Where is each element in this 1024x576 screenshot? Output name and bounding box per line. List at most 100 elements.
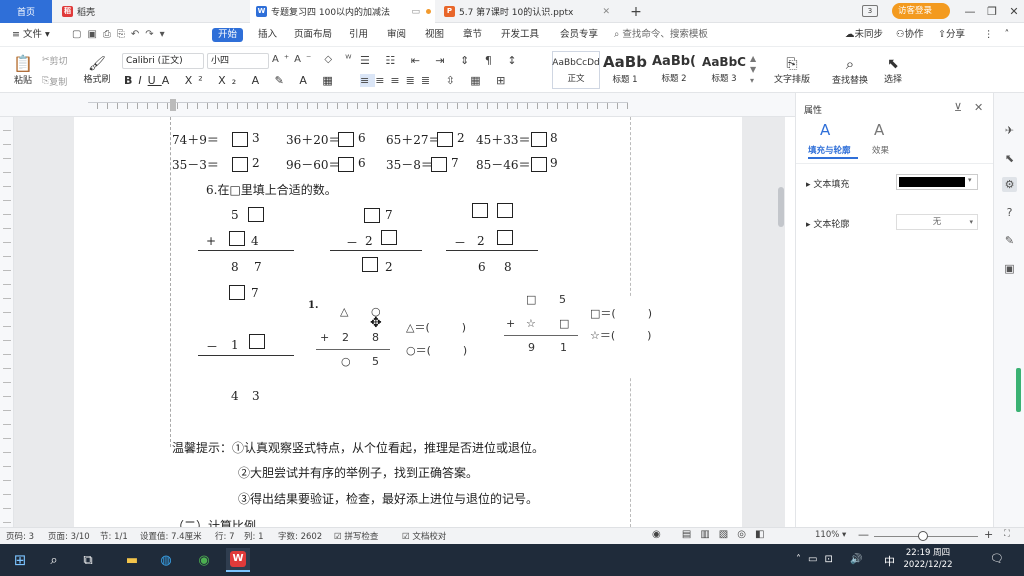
zoom-slider-thumb[interactable] <box>918 531 928 541</box>
answer-box[interactable] <box>249 334 265 349</box>
style-normal[interactable]: AaBbCcDd 正文 <box>552 51 600 89</box>
command-search[interactable]: ⌕ 查找命令、搜索模板 <box>614 28 708 42</box>
tab-home[interactable]: 首页 <box>0 0 52 23</box>
file-explorer-icon[interactable]: ▬ <box>120 548 144 572</box>
answer-box[interactable] <box>431 157 447 172</box>
tab-effect[interactable]: 效果 <box>872 144 889 156</box>
menu-layout[interactable]: 页面布局 <box>294 28 332 42</box>
find-replace-button[interactable]: ⌕ 查找替换 <box>826 51 874 89</box>
menu-insert[interactable]: 插入 <box>258 28 277 42</box>
menu-file[interactable]: ≡ 文件 ▾ <box>12 28 50 42</box>
vertical-ruler[interactable] <box>0 117 14 527</box>
answer-box[interactable] <box>229 285 245 300</box>
zoom-out-icon[interactable]: — <box>858 528 869 541</box>
window-count-badge[interactable]: 3 <box>862 5 878 17</box>
answer-box[interactable] <box>248 207 264 222</box>
menu-review[interactable]: 审阅 <box>387 28 406 42</box>
horizontal-ruler[interactable] <box>0 93 795 117</box>
document-page[interactable]: 74＋9＝ 3 36＋20＝ 6 65＋27＝ 2 45＋33＝ 8 35－3＝… <box>74 117 742 527</box>
tab-docer[interactable]: 稻 稻壳 <box>56 0 166 23</box>
view-mode-icons[interactable]: ◉ ▤▥▧◎◧ <box>652 529 773 540</box>
sync-status[interactable]: ☁未同步 <box>845 28 883 42</box>
list-indent-icons[interactable]: ☰ ☷ ⇤ ⇥ ⇕ ¶ ↕ <box>360 54 523 67</box>
fullscreen-icon[interactable]: ⛶ <box>1004 529 1010 539</box>
pin-icon[interactable]: ⊻ <box>954 101 962 114</box>
answer-box[interactable] <box>338 157 354 172</box>
collab-button[interactable]: ⚇协作 <box>896 28 924 42</box>
text-format-icons[interactable]: BIUA X² X₂ A ✎ A ▦ <box>124 74 339 87</box>
font-family-select[interactable]: Calibri (正文) <box>122 53 204 69</box>
menu-dev-tools[interactable]: 开发工具 <box>501 28 539 42</box>
style-scroll-arrows[interactable]: ▲ ▼ ▾ <box>750 53 756 86</box>
pen-icon[interactable]: ✎ <box>1002 233 1017 248</box>
quick-access-icons[interactable]: ▢▣⎙⎘↶↷▾ <box>72 29 171 40</box>
zoom-in-icon[interactable]: + <box>984 528 993 541</box>
tab-fill-outline[interactable]: 填充与轮廓 <box>808 144 851 156</box>
text-fill-row[interactable]: ▸ 文本填充 <box>806 177 849 190</box>
edge-browser-icon[interactable]: ◍ <box>154 548 178 572</box>
doc-proof-button[interactable]: ☑ 文档校对 <box>402 530 446 542</box>
answer-box[interactable] <box>531 157 547 172</box>
rocket-icon[interactable]: ✈ <box>1002 123 1017 138</box>
close-window-icon[interactable]: ✕ <box>1002 0 1024 23</box>
font-size-adjust-icons[interactable]: A⁺A⁻ ◇ ᵂ <box>272 54 357 65</box>
text-outline-row[interactable]: ▸ 文本轮廓 <box>806 217 849 230</box>
answer-box[interactable] <box>497 203 513 218</box>
cursor-select-icon[interactable]: ⬉ <box>1002 151 1017 166</box>
wps-taskbar-icon[interactable]: W <box>226 548 250 572</box>
text-outline-select[interactable]: 无 ▾ <box>896 214 978 230</box>
answer-box[interactable] <box>362 257 378 272</box>
font-size-select[interactable]: 小四 <box>207 53 269 69</box>
answer-box[interactable] <box>472 203 488 218</box>
status-word-count[interactable]: 字数: 2602 <box>278 530 322 542</box>
green-app-icon[interactable]: ◉ <box>192 548 216 572</box>
settings-sliders-icon[interactable]: ⚙ <box>1002 177 1017 192</box>
pasted-puzzle-image[interactable]: 1. △ ○ + 2 8 ○ 5 △＝() ○＝() ✥ □ 5 + ☆ □ 9… <box>308 293 652 377</box>
menu-start[interactable]: 开始 <box>212 28 244 42</box>
style-heading-2[interactable]: AaBb( 标题 2 <box>650 51 698 89</box>
menu-view[interactable]: 视图 <box>425 28 444 42</box>
menu-section[interactable]: 章节 <box>463 28 482 42</box>
tab-document-active[interactable]: W 专题复习四 100以内的加减法 ▭ <box>250 0 435 23</box>
align-icons[interactable]: ≡≡≡≣≣ ⇳ ▦ ⊞ <box>360 74 511 87</box>
answer-box[interactable] <box>232 157 248 172</box>
format-painter-button[interactable]: 🖌 格式刷 <box>82 51 112 89</box>
zoom-select[interactable]: 110% ▾ <box>815 530 846 540</box>
menu-vip[interactable]: 会员专享 <box>560 28 598 42</box>
restore-icon[interactable]: ❐ <box>980 0 1004 23</box>
guest-login-button[interactable]: 访客登录 <box>892 3 950 19</box>
taskbar-search-icon[interactable]: ⌕ <box>42 548 66 572</box>
answer-box[interactable] <box>381 230 397 245</box>
copy-button[interactable]: ⎘ 复制 <box>42 74 67 88</box>
style-heading-3[interactable]: AaBbC 标题 3 <box>700 51 748 89</box>
answer-box[interactable] <box>437 132 453 147</box>
answer-box[interactable] <box>364 208 380 223</box>
share-button[interactable]: ⇪分享 <box>938 28 965 42</box>
select-button[interactable]: ⬉ 选择 <box>878 51 908 89</box>
status-pages[interactable]: 页面: 3/10 <box>48 530 90 542</box>
minimize-icon[interactable]: — <box>958 0 982 23</box>
answer-box[interactable] <box>497 230 513 245</box>
windows-start-icon[interactable]: ⊞ <box>8 548 32 572</box>
text-fill-color-picker[interactable]: ▾ <box>896 174 978 190</box>
style-heading-1[interactable]: AaBb 标题 1 <box>602 51 648 89</box>
image-icon[interactable]: ▣ <box>1002 261 1017 276</box>
spell-check-button[interactable]: ☑ 拼写检查 <box>334 530 378 542</box>
menu-reference[interactable]: 引用 <box>349 28 368 42</box>
paste-button[interactable]: 📋 粘贴 <box>8 51 38 89</box>
indent-marker[interactable] <box>170 99 176 111</box>
side-scroll-indicator[interactable] <box>1016 368 1021 412</box>
tab-pptx[interactable]: P 5.7 第7课时 10的认识.pptx ✕ <box>438 0 616 23</box>
notification-icon[interactable]: 🗨 <box>990 552 1004 565</box>
clock[interactable]: 22:19 周四 2022/12/22 <box>902 547 954 571</box>
more-menu-icon[interactable]: ⋮ ˄ <box>984 28 1013 42</box>
tab-close-icon[interactable]: ✕ <box>602 7 610 17</box>
answer-box[interactable] <box>229 231 245 246</box>
vertical-scrollbar[interactable] <box>778 187 784 227</box>
new-tab-plus-icon[interactable]: + <box>624 0 648 23</box>
text-layout-button[interactable]: ⎘ 文字排版 <box>768 51 816 89</box>
document-area[interactable]: 74＋9＝ 3 36＋20＝ 6 65＋27＝ 2 45＋33＝ 8 35－3＝… <box>14 117 785 527</box>
answer-box[interactable] <box>232 132 248 147</box>
answer-box[interactable] <box>531 132 547 147</box>
task-view-icon[interactable]: ⧉ <box>76 548 100 572</box>
